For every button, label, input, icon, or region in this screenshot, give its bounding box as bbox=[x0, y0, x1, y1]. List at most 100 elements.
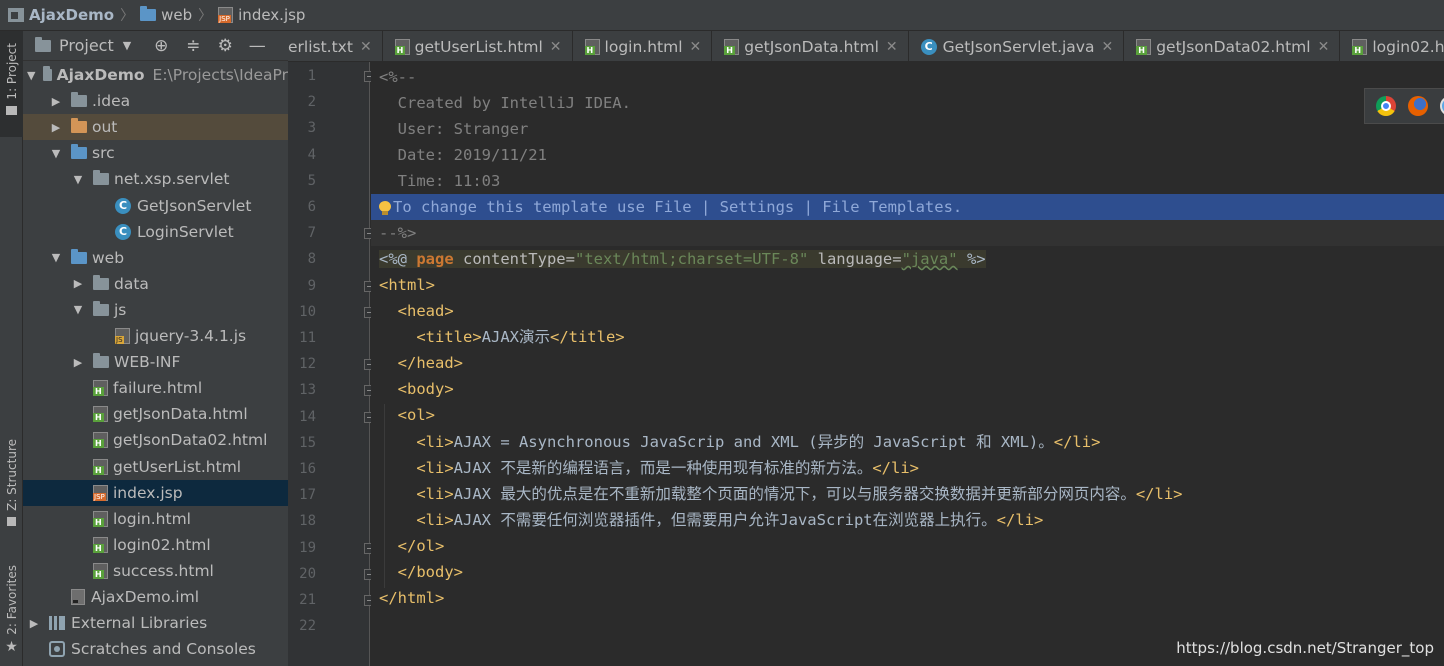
close-tab-icon[interactable]: ✕ bbox=[1101, 39, 1113, 55]
editor-tab[interactable]: getJsonData02.html ✕ bbox=[1124, 31, 1341, 61]
structure-tool-tab[interactable]: Z: Structure bbox=[0, 439, 23, 539]
tree-item-label: out bbox=[92, 118, 118, 137]
locate-icon[interactable]: ⊕ bbox=[151, 36, 171, 56]
editor-tab-label: getJsonData.html bbox=[744, 37, 879, 56]
close-tab-icon[interactable]: ✕ bbox=[1318, 39, 1330, 55]
collapsed-arrow-icon[interactable]: ▶ bbox=[49, 121, 63, 134]
firefox-icon[interactable] bbox=[1408, 96, 1428, 116]
favorites-tool-tab[interactable]: 2: Favorites ★ bbox=[0, 565, 23, 665]
tree-item[interactable]: failure.html bbox=[23, 375, 288, 401]
tree-item[interactable]: ▼ AjaxDemo E:\Projects\IdeaPr bbox=[23, 62, 288, 88]
tree-item-label: GetJsonServlet bbox=[137, 196, 252, 215]
editor-tab-label: login02.html bbox=[1372, 37, 1444, 56]
tree-item[interactable]: ▼ src bbox=[23, 140, 288, 166]
tree-item[interactable]: getJsonData.html bbox=[23, 401, 288, 427]
project-tool-tab[interactable]: 1: Project bbox=[0, 31, 23, 137]
tree-item-label: WEB-INF bbox=[114, 353, 181, 372]
html-file-icon bbox=[1136, 38, 1152, 55]
breadcrumb-folder[interactable]: web 〉 bbox=[140, 5, 218, 25]
tree-item-label: web bbox=[92, 248, 125, 267]
expanded-arrow-icon[interactable]: ▼ bbox=[27, 69, 35, 82]
close-tab-icon[interactable]: ✕ bbox=[690, 39, 702, 55]
tree-item[interactable]: index.jsp bbox=[23, 479, 288, 506]
lightbulb-icon[interactable] bbox=[379, 200, 391, 215]
tree-item[interactable]: C GetJsonServlet bbox=[23, 193, 288, 219]
open-in-browser-bar bbox=[1364, 88, 1444, 124]
code-line-6: To change this template use File | Setti… bbox=[371, 194, 1444, 220]
chevron-down-icon[interactable]: ▼ bbox=[123, 39, 131, 52]
line-number: 18 bbox=[299, 513, 316, 530]
code-line-9: <html> bbox=[379, 276, 435, 294]
tree-item[interactable]: C LoginServlet bbox=[23, 219, 288, 245]
tree-item[interactable]: getJsonData02.html bbox=[23, 427, 288, 453]
breadcrumb-file[interactable]: index.jsp bbox=[218, 6, 305, 24]
hide-panel-icon[interactable]: — bbox=[247, 36, 267, 56]
tree-item[interactable]: ▶ WEB-INF bbox=[23, 349, 288, 375]
expanded-arrow-icon[interactable]: ▼ bbox=[49, 251, 63, 264]
html-file-icon bbox=[93, 536, 108, 553]
tree-item[interactable]: AjaxDemo.iml bbox=[23, 584, 288, 610]
close-tab-icon[interactable]: ✕ bbox=[550, 39, 562, 55]
chrome-icon[interactable] bbox=[1376, 96, 1396, 116]
tree-item[interactable]: login02.html bbox=[23, 532, 288, 558]
editor-tabs: erlist.txt✕getUserList.html✕login.html✕g… bbox=[288, 31, 1444, 62]
editor-tab[interactable]: login.html ✕ bbox=[573, 31, 713, 61]
line-number: 7 bbox=[307, 225, 316, 242]
editor-tab[interactable]: erlist.txt ✕ bbox=[288, 31, 383, 61]
line-number: 9 bbox=[307, 277, 316, 294]
tree-item[interactable]: getUserList.html bbox=[23, 454, 288, 480]
code-line-10: <head> bbox=[397, 302, 454, 320]
tree-item-label: AjaxDemo.iml bbox=[91, 588, 200, 606]
tree-item[interactable]: Scratches and Consoles bbox=[23, 636, 288, 662]
collapsed-arrow-icon[interactable]: ▶ bbox=[49, 95, 63, 108]
code-line-20: </body> bbox=[397, 563, 463, 581]
line-number: 22 bbox=[299, 618, 316, 635]
expanded-arrow-icon[interactable]: ▼ bbox=[49, 147, 63, 160]
tree-item[interactable]: login.html bbox=[23, 506, 288, 532]
collapsed-arrow-icon[interactable]: ▶ bbox=[71, 277, 85, 290]
tree-item[interactable]: ▼ js bbox=[23, 297, 288, 323]
tree-item[interactable]: ▶ .idea bbox=[23, 88, 288, 114]
expanded-arrow-icon[interactable]: ▼ bbox=[71, 303, 85, 316]
collapse-all-icon[interactable]: ≑ bbox=[183, 36, 203, 56]
close-tab-icon[interactable]: ✕ bbox=[886, 39, 898, 55]
tree-item[interactable]: success.html bbox=[23, 558, 288, 584]
editor-tab[interactable]: C GetJsonServlet.java ✕ bbox=[909, 31, 1125, 61]
gear-icon[interactable]: ⚙ bbox=[215, 36, 235, 56]
code-line-11: <title>AJAX演示</title> bbox=[416, 328, 625, 346]
star-icon: ★ bbox=[5, 638, 18, 655]
tree-item[interactable]: ▼ web bbox=[23, 245, 288, 271]
close-tab-icon[interactable]: ✕ bbox=[360, 39, 372, 55]
tree-item-label: External Libraries bbox=[71, 614, 208, 633]
jsp-file-icon bbox=[93, 484, 108, 501]
code-editor[interactable]: <%-- Created by IntelliJ IDEA. User: Str… bbox=[371, 62, 1444, 666]
tree-item-label: src bbox=[92, 144, 115, 163]
code-line-5: Time: 11:03 bbox=[379, 172, 501, 190]
tree-item[interactable]: ▼ net.xsp.servlet bbox=[23, 166, 288, 192]
line-number: 6 bbox=[307, 199, 316, 215]
tree-item-label: success.html bbox=[113, 561, 214, 580]
tree-item-label: .idea bbox=[92, 92, 131, 111]
editor-gutter: 1 2 3 4 5 6 7 8 9 10 11 12 13 14 15 16 17 18 19 20 21 22 bbox=[288, 62, 375, 666]
tree-item[interactable]: ▶ External Libraries bbox=[23, 610, 288, 636]
safari-icon[interactable] bbox=[1440, 96, 1444, 116]
tree-item-label: getUserList.html bbox=[113, 457, 242, 476]
code-line-2: Created by IntelliJ IDEA. bbox=[379, 94, 631, 112]
expanded-arrow-icon[interactable]: ▼ bbox=[71, 173, 85, 186]
line-number: 3 bbox=[307, 120, 316, 137]
line-number: 4 bbox=[307, 146, 316, 163]
tree-item-label: index.jsp bbox=[113, 483, 183, 502]
tree-item[interactable]: ▶ out bbox=[23, 114, 288, 141]
project-view-selector[interactable]: Project bbox=[59, 36, 114, 55]
tree-item[interactable]: jquery-3.4.1.js bbox=[23, 323, 288, 349]
editor-tab[interactable]: getUserList.html ✕ bbox=[383, 31, 573, 61]
editor-tab[interactable]: getJsonData.html ✕ bbox=[712, 31, 909, 61]
editor-tab[interactable]: login02.html✕ bbox=[1340, 31, 1444, 61]
collapsed-arrow-icon[interactable]: ▶ bbox=[71, 356, 85, 369]
html-file-icon bbox=[1352, 38, 1368, 55]
breadcrumb-project[interactable]: AjaxDemo 〉 bbox=[8, 5, 140, 25]
collapsed-arrow-icon[interactable]: ▶ bbox=[27, 617, 41, 630]
folder-icon bbox=[6, 105, 17, 115]
tree-item[interactable]: ▶ data bbox=[23, 271, 288, 297]
navigation-bar: AjaxDemo 〉 web 〉 index.jsp bbox=[0, 0, 1444, 31]
